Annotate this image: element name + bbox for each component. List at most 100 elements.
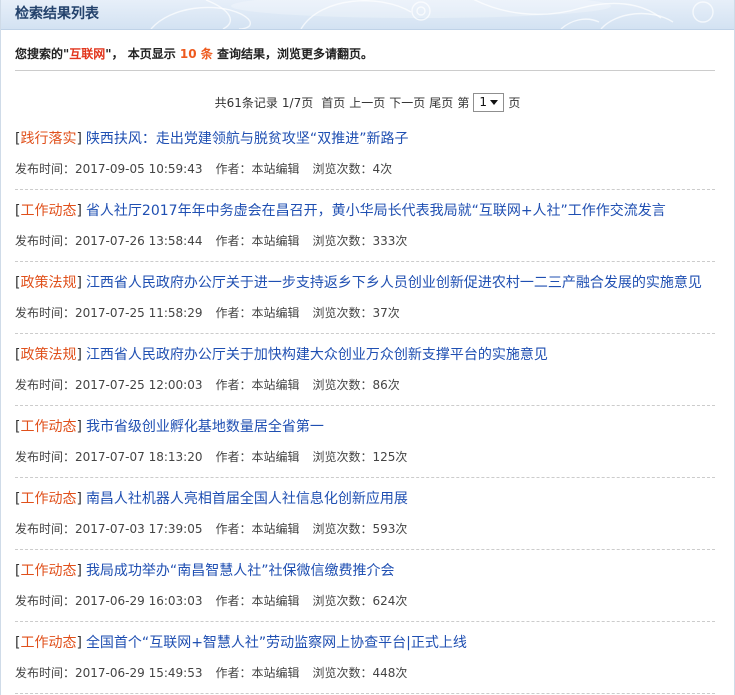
result-title-link[interactable]: 陕西扶风：走出党建领航与脱贫攻坚“双推进”新路子: [86, 131, 409, 147]
page-title: 检索结果列表: [15, 6, 99, 22]
publish-time: 发布时间：2017-06-29 15:49:53: [15, 666, 202, 680]
category-tag[interactable]: [工作动态]: [15, 491, 82, 507]
result-meta: 发布时间：2017-07-26 13:58:44 作者：本站编辑 浏览次数：333次: [15, 231, 715, 251]
result-item: [践行落实] 陕西扶风：走出党建领航与脱贫攻坚“双推进”新路子 发布时间：2017…: [15, 118, 715, 190]
result-item: [政策法规] 江西省人民政府办公厅关于进一步支持返乡下乡人员创业创新促进农村一二三…: [15, 262, 715, 334]
last-page-link[interactable]: 尾页: [429, 96, 453, 110]
publish-time-value: 2017-07-26 13:58:44: [75, 234, 203, 248]
category-tag[interactable]: [工作动态]: [15, 563, 82, 579]
view-count-value: 125次: [372, 450, 408, 464]
result-title-link[interactable]: 我局成功举办“南昌智慧人社”社保微信缴费推介会: [86, 563, 395, 579]
category-label[interactable]: 工作动态: [20, 635, 76, 651]
category-tag[interactable]: [政策法规]: [15, 275, 82, 291]
category-label[interactable]: 政策法规: [20, 347, 76, 363]
view-count-label: 浏览次数：: [312, 162, 373, 176]
author-value: 本站编辑: [251, 522, 300, 536]
view-count-value: 448次: [372, 666, 408, 680]
category-bracket-close: ]: [76, 563, 82, 579]
view-count-label: 浏览次数：: [312, 306, 373, 320]
publish-time-value: 2017-06-29 15:49:53: [75, 666, 203, 680]
author: 作者：本站编辑: [215, 450, 299, 464]
category-bracket-close: ]: [76, 131, 82, 147]
search-summary: 您搜索的"互联网"， 本页显示 10 条 查询结果，浏览更多请翻页。: [15, 44, 734, 64]
view-count-label: 浏览次数：: [312, 666, 373, 680]
author: 作者：本站编辑: [215, 306, 299, 320]
result-meta: 发布时间：2017-06-29 15:49:53 作者：本站编辑 浏览次数：448次: [15, 663, 715, 683]
result-title-link[interactable]: 江西省人民政府办公厅关于加快构建大众创业万众创新支撑平台的实施意见: [86, 347, 548, 363]
result-meta: 发布时间：2017-07-25 12:00:03 作者：本站编辑 浏览次数：86次: [15, 375, 715, 395]
author: 作者：本站编辑: [215, 162, 299, 176]
category-bracket-close: ]: [76, 203, 82, 219]
category-bracket-close: ]: [76, 275, 82, 291]
publish-time-label: 发布时间：: [15, 666, 76, 680]
divider: [15, 70, 715, 71]
prev-page-link[interactable]: 上一页: [349, 96, 385, 110]
category-tag[interactable]: [工作动态]: [15, 203, 82, 219]
author-value: 本站编辑: [251, 450, 300, 464]
category-bracket-close: ]: [76, 347, 82, 363]
author: 作者：本站编辑: [215, 522, 299, 536]
publish-time: 发布时间：2017-06-29 16:03:03: [15, 594, 202, 608]
page-select[interactable]: 1: [473, 93, 505, 112]
total-records: 共61条记录: [214, 96, 278, 110]
category-label[interactable]: 政策法规: [20, 275, 76, 291]
category-label[interactable]: 工作动态: [20, 419, 76, 435]
view-count-value: 624次: [372, 594, 408, 608]
result-list: [践行落实] 陕西扶风：走出党建领航与脱贫攻坚“双推进”新路子 发布时间：2017…: [15, 118, 715, 694]
author-value: 本站编辑: [251, 306, 300, 320]
author-value: 本站编辑: [251, 162, 300, 176]
category-tag[interactable]: [政策法规]: [15, 347, 82, 363]
category-tag[interactable]: [工作动态]: [15, 419, 82, 435]
result-title-line: [工作动态] 南昌人社机器人亮相首届全国人社信息化创新应用展: [15, 489, 715, 509]
result-title-line: [政策法规] 江西省人民政府办公厅关于进一步支持返乡下乡人员创业创新促进农村一二三…: [15, 273, 715, 293]
result-title-link[interactable]: 南昌人社机器人亮相首届全国人社信息化创新应用展: [86, 491, 408, 507]
result-title-link[interactable]: 省人社厅2017年年中务虚会在昌召开，黄小华局长代表我局就“互联网+人社”工作作…: [86, 203, 666, 219]
publish-time-label: 发布时间：: [15, 594, 76, 608]
publish-time-label: 发布时间：: [15, 522, 76, 536]
category-label[interactable]: 工作动态: [20, 491, 76, 507]
view-count-label: 浏览次数：: [312, 378, 373, 392]
next-page-link[interactable]: 下一页: [389, 96, 425, 110]
publish-time-value: 2017-07-07 18:13:20: [75, 450, 203, 464]
publish-time-label: 发布时间：: [15, 378, 76, 392]
result-title-line: [政策法规] 江西省人民政府办公厅关于加快构建大众创业万众创新支撑平台的实施意见: [15, 345, 715, 365]
author-label: 作者：: [215, 234, 252, 248]
view-count: 浏览次数：624次: [313, 594, 408, 608]
summary-middle: ， 本页显示: [111, 47, 180, 61]
result-item: [工作动态] 省人社厅2017年年中务虚会在昌召开，黄小华局长代表我局就“互联网+…: [15, 190, 715, 262]
publish-time-value: 2017-07-03 17:39:05: [75, 522, 203, 536]
section-header: 检索结果列表: [1, 0, 734, 30]
view-count-value: 37次: [372, 306, 400, 320]
result-item: [工作动态] 我市省级创业孵化基地数量居全省第一 发布时间：2017-07-07 …: [15, 406, 715, 478]
publish-time-label: 发布时间：: [15, 450, 76, 464]
author: 作者：本站编辑: [215, 666, 299, 680]
category-tag[interactable]: [践行落实]: [15, 131, 82, 147]
category-tag[interactable]: [工作动态]: [15, 635, 82, 651]
result-title-link[interactable]: 全国首个“互联网+智慧人社”劳动监察网上协查平台|正式上线: [86, 635, 467, 651]
result-title-link[interactable]: 江西省人民政府办公厅关于进一步支持返乡下乡人员创业创新促进农村一二三产融合发展的…: [86, 275, 702, 291]
author-value: 本站编辑: [251, 234, 300, 248]
view-count: 浏览次数：333次: [313, 234, 408, 248]
result-title-link[interactable]: 我市省级创业孵化基地数量居全省第一: [86, 419, 324, 435]
summary-prefix: 您搜索的: [15, 47, 64, 61]
author-label: 作者：: [215, 594, 252, 608]
first-page-link[interactable]: 首页: [321, 96, 345, 110]
category-label[interactable]: 工作动态: [20, 563, 76, 579]
publish-time-label: 发布时间：: [15, 306, 76, 320]
result-title-line: [工作动态] 我市省级创业孵化基地数量居全省第一: [15, 417, 715, 437]
category-label[interactable]: 践行落实: [20, 131, 76, 147]
view-count-label: 浏览次数：: [312, 234, 373, 248]
view-count-label: 浏览次数：: [312, 450, 373, 464]
page-info: 1/7页: [281, 96, 314, 110]
author-value: 本站编辑: [251, 594, 300, 608]
author: 作者：本站编辑: [215, 378, 299, 392]
category-label[interactable]: 工作动态: [20, 203, 76, 219]
goto-prefix: 第: [457, 96, 470, 110]
publish-time: 发布时间：2017-07-07 18:13:20: [15, 450, 202, 464]
result-item: [工作动态] 南昌人社机器人亮相首届全国人社信息化创新应用展 发布时间：2017-…: [15, 478, 715, 550]
summary-suffix: 查询结果，浏览更多请翻页。: [212, 47, 373, 61]
pagination: 共61条记录 1/7页 首页 上一页 下一页 尾页第 1 页: [1, 93, 734, 113]
result-title-line: [工作动态] 全国首个“互联网+智慧人社”劳动监察网上协查平台|正式上线: [15, 633, 715, 653]
view-count-label: 浏览次数：: [312, 594, 373, 608]
author-label: 作者：: [215, 666, 252, 680]
